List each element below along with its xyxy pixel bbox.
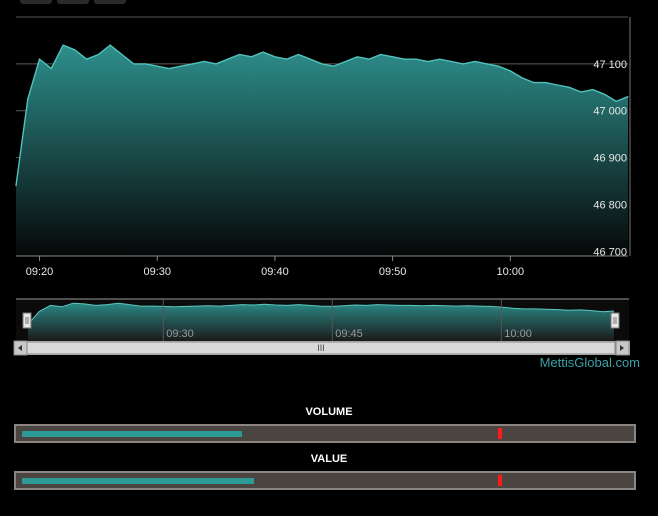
scrollbar-grip-icon: III [317,343,325,353]
value-gauge-fill [22,478,254,484]
volume-gauge-fill [22,431,242,437]
navigator-tick-label: 09:30 [166,328,194,340]
value-label: VALUE [310,453,348,465]
volume-label: VOLUME [305,406,353,418]
navigator-tick-label: 10:00 [504,328,532,340]
volume-gauge-marker [498,428,502,439]
value-gauge [14,471,636,490]
navigator-right-handle [610,312,620,329]
volume-gauge [14,424,636,443]
navigator-tick-label: 09:45 [335,328,363,340]
navigator[interactable]: 09:30 09:45 10:00 III [0,0,658,360]
value-gauge-marker [498,475,502,486]
navigator-left-handle [22,312,32,329]
credit-link[interactable]: MettisGlobal.com [540,355,640,370]
